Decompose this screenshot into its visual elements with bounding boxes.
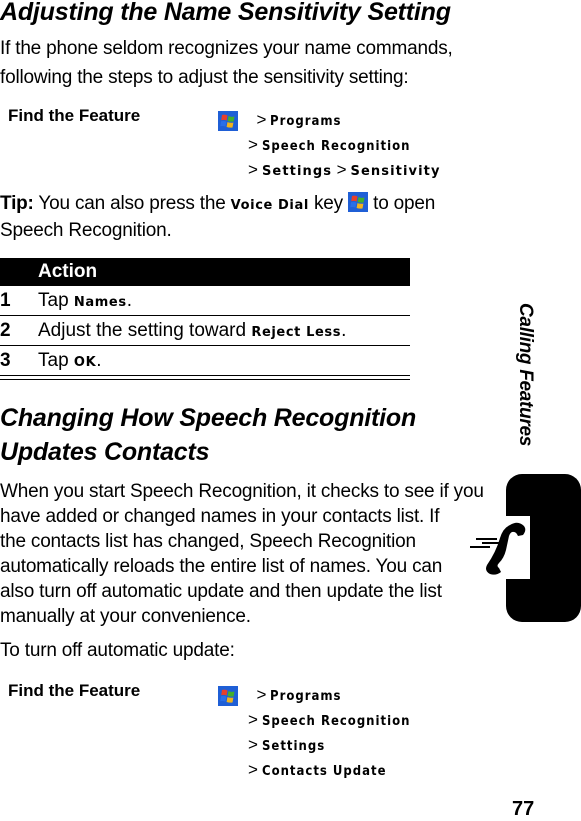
step-text: Tap Names. — [38, 286, 410, 316]
paragraph-line: When you start Speech Recognition, it ch… — [0, 481, 484, 502]
step-number: 2 — [0, 315, 38, 346]
tip-text: key — [308, 193, 349, 214]
find-the-feature-label: Find the Feature — [8, 106, 141, 125]
paragraph-line: manually at your convenience. — [0, 606, 251, 627]
path-step: > Speech Recognition — [218, 133, 441, 158]
phone-handset-icon — [470, 522, 526, 575]
section1-intro: If the phone seldom recognizes your name… — [0, 34, 453, 92]
menu-item-contacts-update: Contacts Update — [261, 764, 387, 779]
path-step: > Settings > Sensitivity — [218, 158, 441, 183]
path-step: > Contacts Update — [218, 758, 427, 783]
chapter-title: Calling Features — [515, 303, 536, 447]
table-row: 1 Tap Names. — [0, 286, 410, 316]
find-the-feature-path-2: > Programs > Speech Recognition > Settings … — [218, 683, 427, 783]
separator: > — [248, 760, 258, 779]
path-step: > Programs — [218, 108, 441, 133]
menu-item-speech-recognition: Speech Recognition — [261, 714, 411, 729]
section-title-contacts-update: Changing How Speech Recognition Updates … — [0, 401, 416, 469]
section2-paragraph: When you start Speech Recognition, it ch… — [0, 479, 484, 629]
tip-label: Tip: — [0, 193, 34, 214]
chapter-icon-box — [466, 516, 530, 579]
intro-line: following the steps to adjust the sensit… — [0, 67, 409, 88]
table-row: 2 Adjust the setting toward Reject Less. — [0, 315, 410, 346]
title-line: Updates Contacts — [0, 438, 210, 466]
paragraph-line: automatically reloads the entire list of… — [0, 556, 443, 577]
table-header-row: Action — [0, 258, 410, 286]
find-the-feature-label: Find the Feature — [8, 681, 141, 700]
paragraph-line: the contacts list has changed, Speech Re… — [0, 531, 416, 552]
separator: > — [248, 710, 258, 729]
windows-start-icon — [218, 110, 238, 131]
tip-text: to open — [368, 193, 436, 214]
path-step: > Programs — [218, 683, 427, 708]
windows-start-icon — [218, 685, 238, 706]
turn-off-lead: To turn off automatic update: — [0, 640, 235, 661]
ui-term: Reject Less — [251, 324, 342, 340]
ui-term: Names — [73, 294, 127, 310]
find-the-feature-path-1: > Programs > Speech Recognition > Settings … — [218, 108, 441, 183]
step-text: Tap OK. — [38, 349, 102, 371]
separator: > — [256, 685, 267, 704]
ui-term: OK — [73, 354, 97, 370]
path-step: > Settings — [218, 733, 427, 758]
section-title-name-sensitivity: Adjusting the Name Sensitivity Setting — [0, 0, 451, 26]
step-number: 3 — [0, 349, 11, 371]
voice-dial-key-name: Voice Dial — [230, 198, 309, 213]
menu-item-programs: Programs — [270, 689, 342, 704]
menu-item-programs: Programs — [270, 114, 342, 129]
tip-line: Speech Recognition. — [0, 220, 172, 241]
separator: > — [248, 135, 258, 154]
menu-item-sensitivity: Sensitivity — [350, 164, 441, 179]
step-number: 1 — [0, 286, 38, 316]
paragraph-line: also turn off automatic update and then … — [0, 581, 442, 602]
tip: Tip: You can also press the Voice Dial k… — [0, 191, 435, 243]
separator: > — [248, 160, 258, 179]
step-text: Adjust the setting toward Reject Less. — [38, 315, 410, 346]
paragraph-line: have added or changed names in your cont… — [0, 506, 440, 527]
windows-start-icon — [348, 192, 369, 212]
separator: > — [336, 160, 347, 179]
tip-text: You can also press the — [33, 193, 231, 214]
intro-line: If the phone seldom recognizes your name… — [0, 38, 453, 59]
menu-item-speech-recognition: Speech Recognition — [261, 139, 411, 154]
path-step: > Speech Recognition — [218, 708, 427, 733]
table-row: 3 Tap OK. — [0, 346, 410, 376]
action-table: Action 1 Tap Names. 2 Adjust the setting… — [0, 258, 410, 375]
separator: > — [256, 110, 267, 129]
table-header-action: Action — [38, 258, 410, 286]
table-end-rule — [0, 375, 410, 380]
separator: > — [248, 735, 258, 754]
tip-line: Tip: You can also press the Voice Dial k… — [0, 191, 435, 218]
menu-item-settings: Settings — [261, 164, 333, 179]
action-table-wrapper: Action 1 Tap Names. 2 Adjust the setting… — [0, 258, 410, 380]
title-line: Changing How Speech Recognition — [0, 404, 417, 432]
menu-item-settings: Settings — [261, 739, 326, 754]
table-header-num — [0, 258, 38, 286]
